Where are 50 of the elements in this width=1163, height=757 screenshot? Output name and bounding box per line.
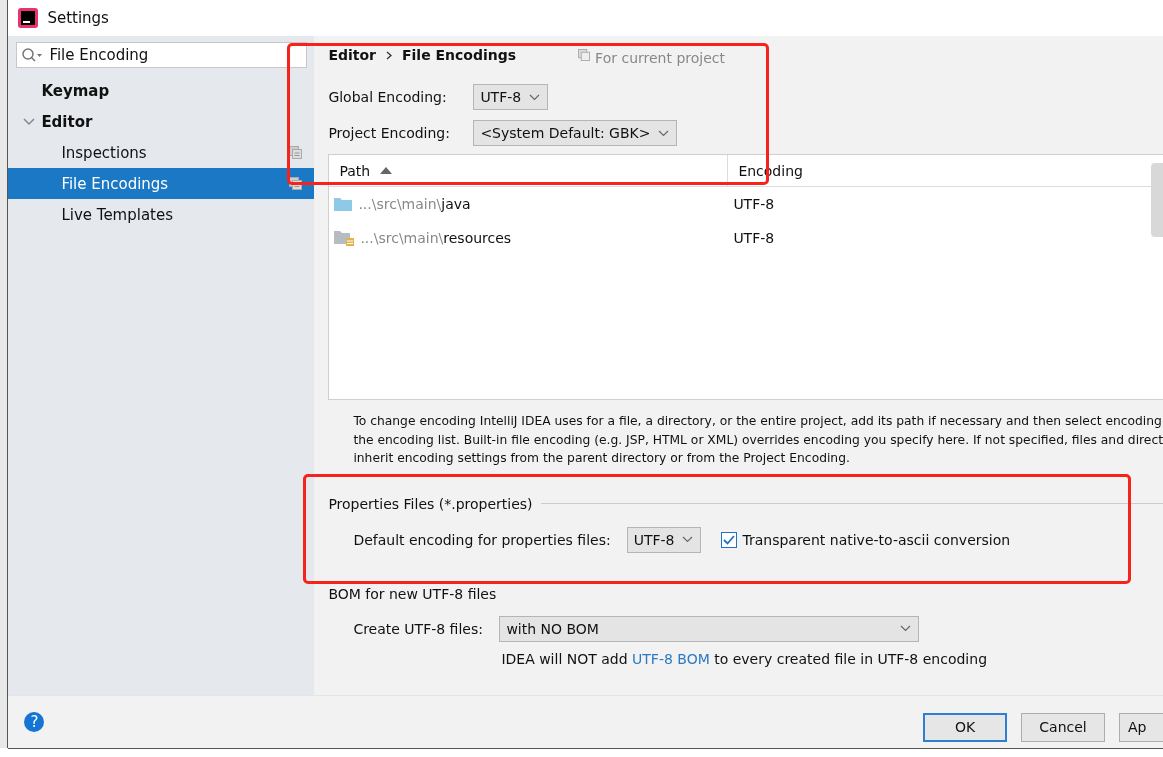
sidebar-item[interactable]: Keymap <box>41 81 110 100</box>
chevron-down-icon <box>529 93 541 101</box>
chevron-down-icon <box>682 536 694 543</box>
scrollbar-thumb[interactable] <box>1151 163 1163 237</box>
table-cell: UTF-8 <box>733 196 775 212</box>
encoding-dropdown[interactable]: UTF-8 <box>473 84 549 110</box>
column-header[interactable]: Path <box>329 155 729 186</box>
search-input[interactable]: File Encoding <box>43 45 292 65</box>
table-cell: ...\src\main\java <box>358 196 471 212</box>
chevron-right-icon <box>386 50 392 60</box>
chevron-down-icon <box>900 625 912 632</box>
copy-icon <box>289 146 303 159</box>
field-label: Create UTF-8 files: <box>353 620 484 637</box>
window-title: Settings <box>47 9 109 27</box>
bom-note: IDEA will NOT add UTF-8 BOM to every created file in UTF-8 encoding <box>501 650 987 667</box>
sidebar-item[interactable]: Live Templates <box>61 205 174 224</box>
search-field[interactable]: File Encoding <box>16 42 308 68</box>
resource-folder-icon <box>334 230 355 246</box>
app-logo-icon <box>18 8 39 28</box>
sidebar-item[interactable]: Editor <box>41 112 93 131</box>
help-text: To change encoding IntelliJ IDEA uses for a file, a directory, or the entire project, add its path if necessary and then select encoding <box>353 413 1163 430</box>
bom-dropdown[interactable]: with NO BOM <box>499 615 920 642</box>
table-cell: UTF-8 <box>733 230 775 246</box>
field-label: Default encoding for properties files: <box>353 531 611 548</box>
chevron-down-icon <box>658 129 670 137</box>
dialog-button[interactable]: OK <box>923 712 1007 742</box>
search-icon <box>21 47 44 63</box>
encoding-dropdown[interactable]: <System Default: GBK> <box>473 120 678 146</box>
breadcrumb-item: Editor <box>328 47 376 63</box>
dialog-button[interactable]: Cancel <box>1021 712 1105 742</box>
breadcrumb-item: File Encodings <box>402 47 517 63</box>
copy-icon <box>578 49 591 61</box>
section-title: BOM for new UTF-8 files <box>328 585 497 602</box>
bom-link[interactable]: UTF-8 BOM <box>632 650 710 667</box>
help-text: the encoding list. Built-in file encoding (e.g. JSP, HTML or XML) overrides encoding you specify here. If not specified, files and direct <box>353 431 1163 449</box>
section-title: Properties Files (*.properties) <box>328 495 533 512</box>
field-label: Project Encoding: <box>328 125 451 141</box>
sort-ascending-icon <box>380 167 393 174</box>
sidebar-item[interactable]: Inspections <box>61 143 147 162</box>
table-cell: ...\src\main\resources <box>360 230 512 246</box>
dialog-button[interactable]: Ap <box>1119 712 1163 742</box>
encoding-dropdown[interactable]: UTF-8 <box>626 526 702 553</box>
copy-icon <box>289 177 303 190</box>
scope-note: For current project <box>595 49 725 66</box>
folder-icon <box>334 197 353 211</box>
help-text: inherit encoding settings from the parent directory or from the Project Encoding. <box>353 450 851 467</box>
checkbox[interactable] <box>721 531 738 548</box>
checkbox-label[interactable]: Transparent native-to-ascii conversion <box>742 531 1011 548</box>
field-label: Global Encoding: <box>328 89 448 105</box>
help-button[interactable]: ? <box>24 712 45 732</box>
